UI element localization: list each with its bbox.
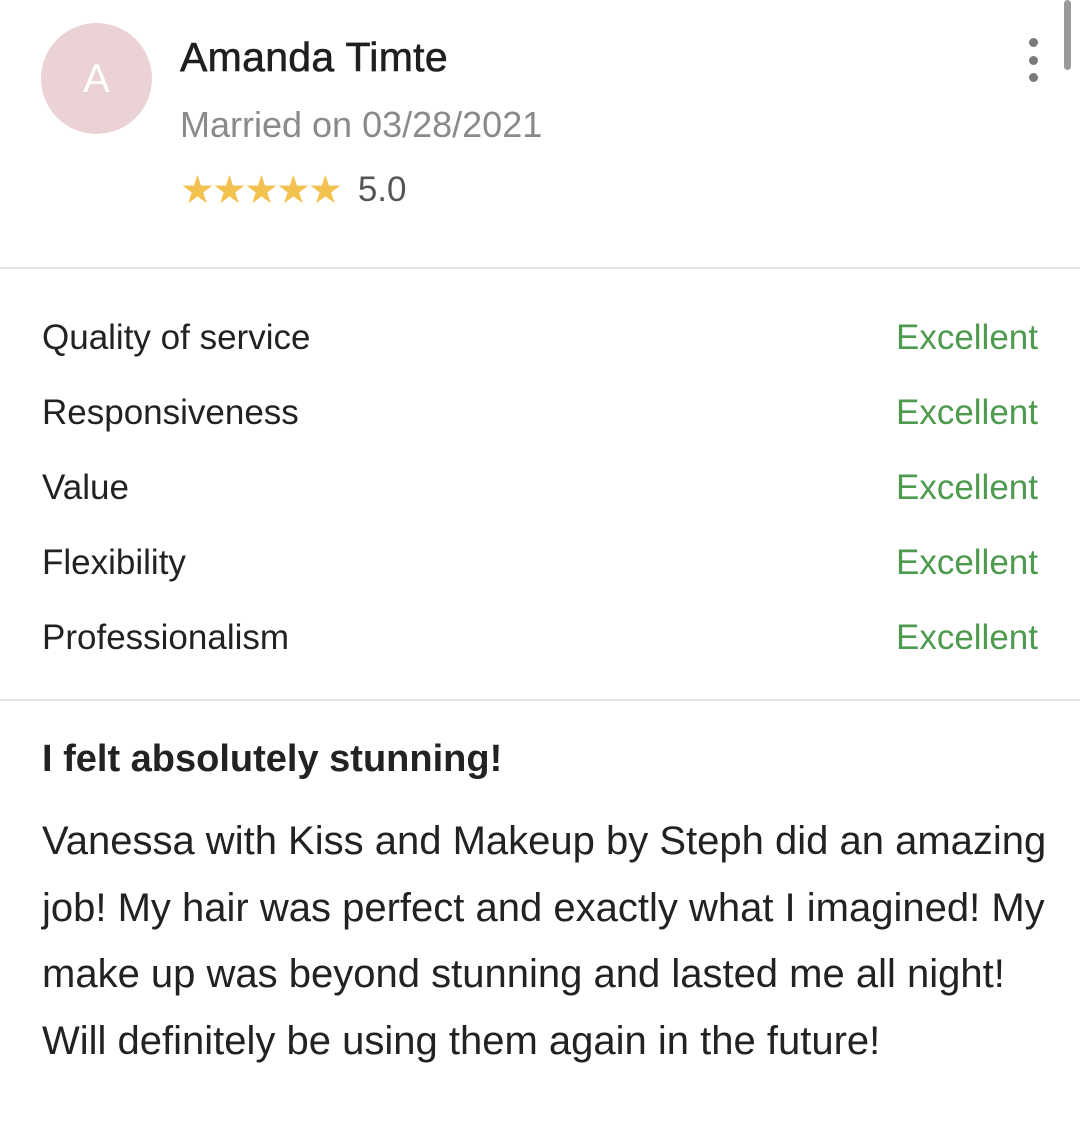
rating-item-quality: Quality of service Excellent [42,300,1038,375]
rating-item-responsiveness: Responsiveness Excellent [42,375,1038,450]
star-icon: ★ [275,168,311,212]
overall-rating: ★ ★ ★ ★ ★ 5.0 [180,170,407,210]
rating-label: Professionalism [42,617,290,657]
married-date: Married on 03/28/2021 [180,104,543,145]
rating-item-flexibility: Flexibility Excellent [42,525,1038,600]
review-title: I felt absolutely stunning! [42,738,503,780]
star-icon: ★ [307,168,343,212]
star-icon: ★ [243,168,279,212]
scroll-indicator[interactable] [1064,0,1071,70]
menu-dot [1028,38,1038,47]
star-icon: ★ [180,168,215,212]
rating-item-value: Value Excellent [42,450,1038,525]
rating-verdict: Excellent [895,392,1038,432]
review-body: Vanessa with Kiss and Makeup by Steph di… [42,819,1047,1063]
review-card: A Amanda Timte Married on 03/28/2021 ★ ★… [0,0,1080,1144]
rating-label: Value [42,467,129,507]
avatar-initial: A [83,56,110,101]
rating-label: Flexibility [42,542,186,582]
divider [0,699,1080,701]
rating-verdict: Excellent [895,317,1038,357]
rating-verdict: Excellent [895,467,1038,507]
rating-value: 5.0 [357,170,407,209]
menu-dot [1028,55,1038,65]
star-rating: ★ ★ ★ ★ ★ [180,168,343,212]
star-icon: ★ [211,168,247,212]
rating-label: Quality of service [42,317,311,357]
rating-label: Responsiveness [42,392,299,432]
rating-verdict: Excellent [895,617,1038,657]
rating-verdict: Excellent [895,542,1038,582]
divider [0,267,1080,269]
more-vertical-icon[interactable] [1016,38,1050,82]
avatar: A [41,23,152,134]
ratings-list: Quality of service Excellent Responsiven… [42,300,1038,675]
reviewer-name: Amanda Timte [180,34,448,81]
rating-item-professionalism: Professionalism Excellent [42,600,1038,675]
menu-dot [1028,73,1038,82]
